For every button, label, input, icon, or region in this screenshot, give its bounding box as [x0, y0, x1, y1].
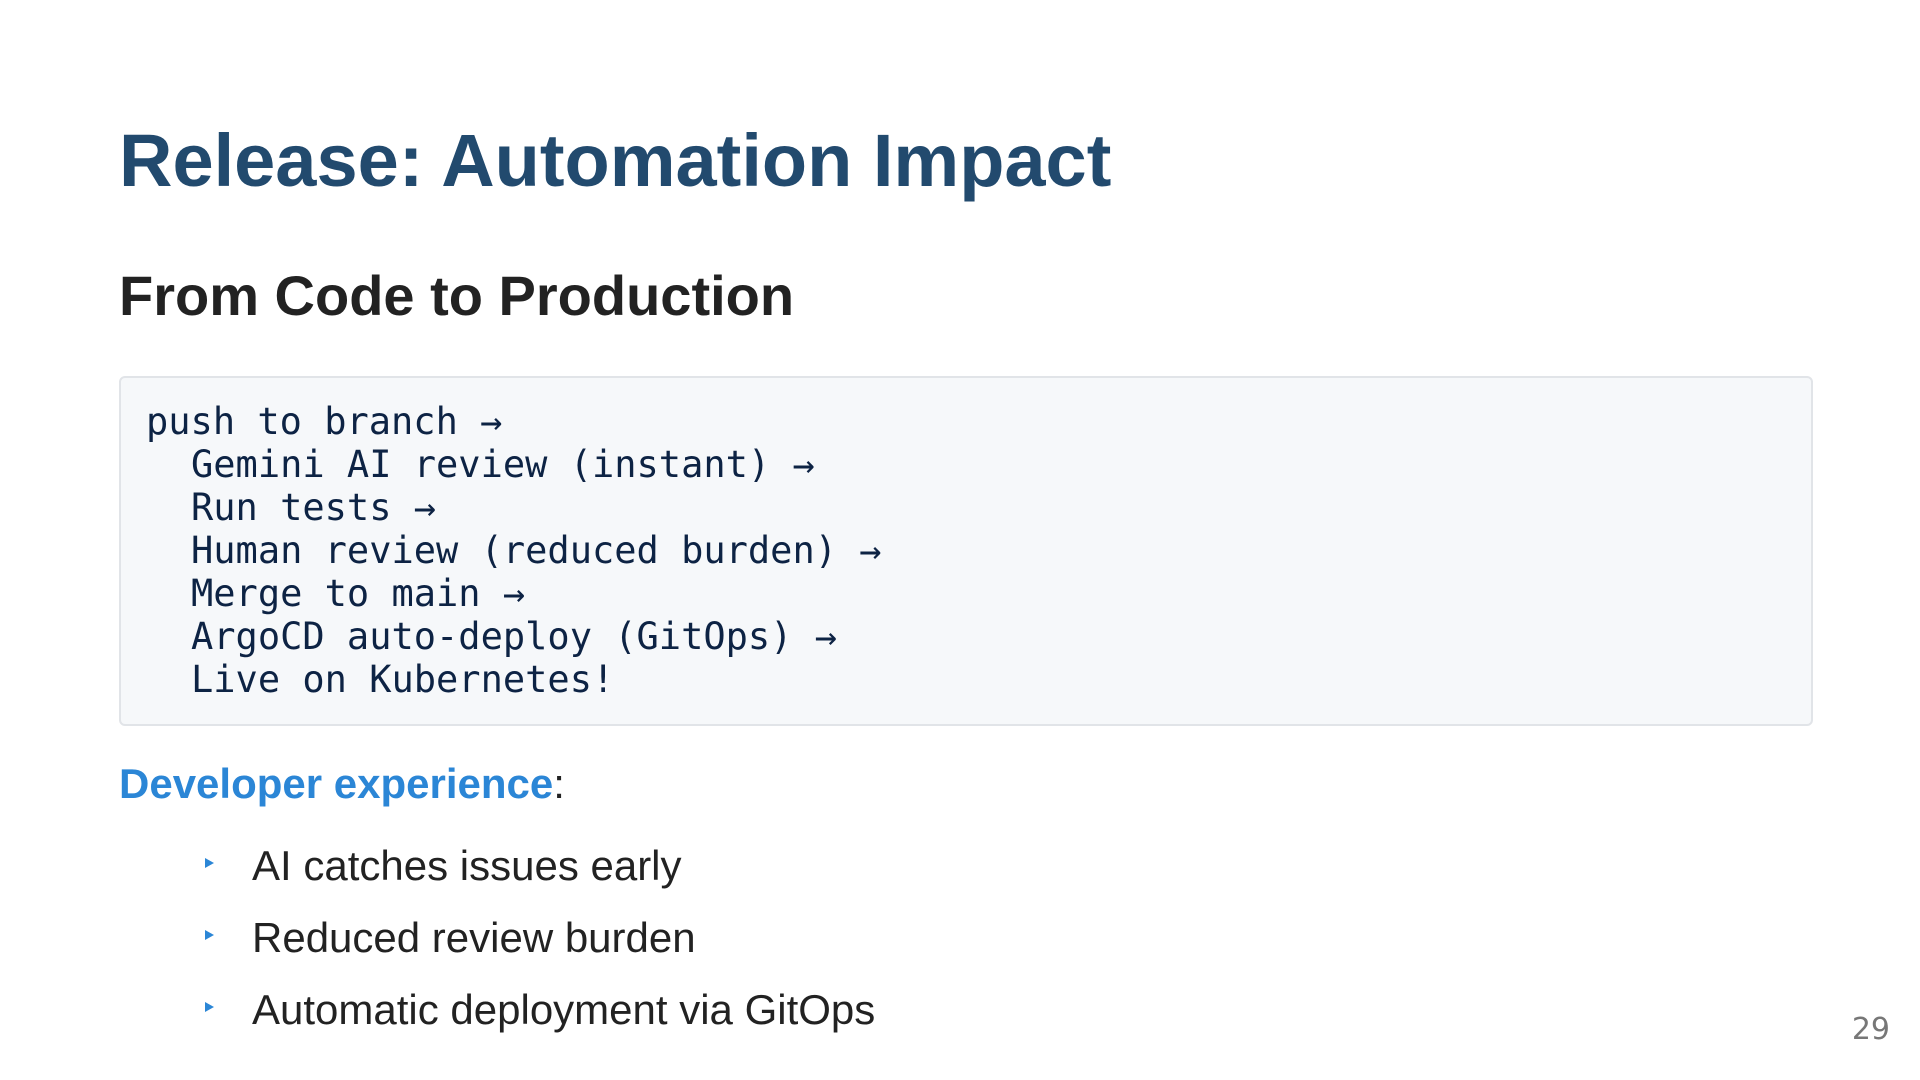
code-line: ArgoCD auto-deploy (GitOps) → [191, 615, 838, 658]
bullet-text: AI catches issues early [252, 842, 682, 889]
developer-experience-link[interactable]: Developer experience [119, 760, 553, 807]
code-line: Human review (reduced burden) → [191, 529, 882, 572]
developer-experience-heading: Developer experience: [119, 758, 565, 810]
bullet-text: Reduced review burden [252, 914, 696, 961]
code-line: Run tests → [191, 486, 437, 529]
slide: Release: Automation Impact From Code to … [0, 0, 1920, 1080]
bullet-text: Automatic deployment via GitOps [252, 986, 876, 1033]
heading-colon: : [553, 760, 565, 807]
code-line: Merge to main → [191, 572, 526, 615]
triangle-bullet-icon [205, 1002, 214, 1012]
slide-subtitle: From Code to Production [119, 264, 795, 327]
code-block: push to branch → Gemini AI review (insta… [119, 376, 1813, 726]
triangle-bullet-icon [205, 930, 214, 940]
page-number: 29 [1851, 1012, 1890, 1047]
slide-title: Release: Automation Impact [119, 119, 1112, 202]
code-line: push to branch → [146, 400, 503, 443]
code-line: Live on Kubernetes! [191, 658, 615, 701]
triangle-bullet-icon [205, 858, 214, 868]
code-line: Gemini AI review (instant) → [191, 443, 815, 486]
